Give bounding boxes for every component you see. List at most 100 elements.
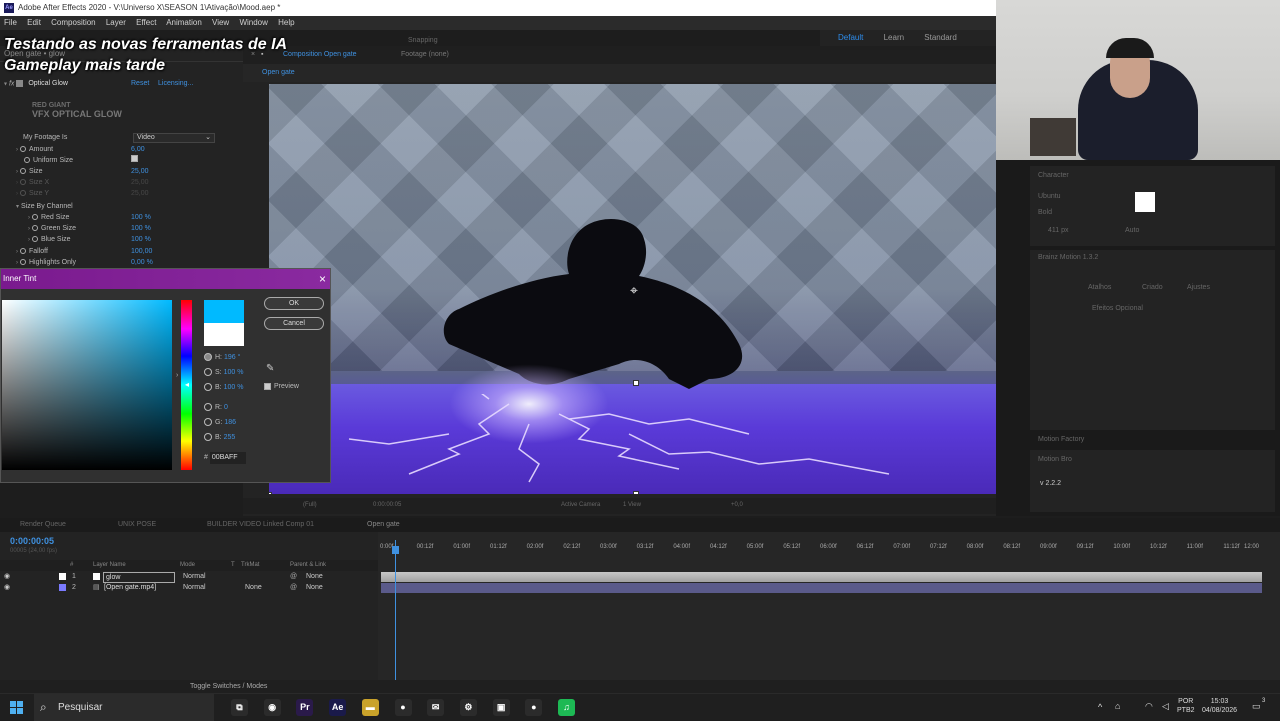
stopwatch-icon[interactable] <box>24 157 30 164</box>
transform-handle[interactable] <box>633 491 639 494</box>
hue-slider-pointer-icon[interactable]: › <box>176 372 178 379</box>
param-value[interactable]: 6,00 <box>131 144 145 155</box>
param-green-size[interactable]: › Green Size 100 % <box>0 223 243 234</box>
header-layer-name[interactable]: Layer Name <box>93 560 126 571</box>
hex-input[interactable]: 00BAFF <box>209 452 246 464</box>
effect-reset-link[interactable]: Reset <box>131 80 149 87</box>
font-size-field[interactable]: 411 px <box>1048 227 1069 234</box>
explorer-icon[interactable]: ▬ <box>361 699 379 716</box>
menu-edit[interactable]: Edit <box>27 18 41 27</box>
blue-radio[interactable] <box>204 433 212 442</box>
green-field[interactable]: G: 186 <box>204 417 236 429</box>
layer-parent-select[interactable]: None <box>306 582 323 593</box>
eyedropper-icon[interactable]: ✎ <box>266 363 274 374</box>
after-effects-icon[interactable]: Ae <box>329 699 347 716</box>
mail-icon[interactable]: ✉ <box>427 699 445 716</box>
tab-render-queue[interactable]: Render Queue <box>20 518 66 532</box>
viewer-timecode[interactable]: 0:00:00:05 <box>373 502 401 508</box>
menu-file[interactable]: File <box>4 18 17 27</box>
obs-icon[interactable]: ◉ <box>263 699 281 716</box>
network-icon[interactable]: ⌂ <box>1115 701 1120 711</box>
preview-toggle[interactable]: Preview <box>264 381 301 393</box>
layer-color-label[interactable] <box>59 584 66 591</box>
menu-layer[interactable]: Layer <box>106 18 126 27</box>
blue-field[interactable]: B: 255 <box>204 432 235 444</box>
current-time-indicator-head[interactable] <box>392 546 399 554</box>
param-value[interactable]: 25,00 <box>131 166 149 177</box>
ok-button[interactable]: OK <box>264 297 324 310</box>
hue-slider-handle-icon[interactable]: ◂ <box>185 380 189 389</box>
green-radio[interactable] <box>204 418 212 427</box>
hue-radio[interactable] <box>204 353 212 362</box>
layer-color-label[interactable] <box>59 573 66 580</box>
uniform-size-checkbox[interactable] <box>131 155 138 166</box>
green-value[interactable]: 186 <box>224 419 236 426</box>
volume-icon[interactable]: ◁ <box>1162 701 1169 712</box>
windows-start-icon[interactable] <box>10 701 23 714</box>
close-icon[interactable]: × <box>319 271 326 287</box>
param-amount[interactable]: › Amount 6,00 <box>0 144 243 155</box>
transform-handle[interactable] <box>269 492 272 494</box>
tab-composition[interactable]: Composition Open gate <box>283 46 357 64</box>
tab-criado[interactable]: Criado <box>1142 284 1163 291</box>
effect-licensing-link[interactable]: Licensing... <box>158 80 193 87</box>
param-highlights-only[interactable]: › Highlights Only 0,00 % <box>0 257 243 268</box>
font-style-select[interactable]: Bold <box>1038 209 1052 216</box>
tab-unix-pose[interactable]: UNIX POSE <box>118 518 156 532</box>
cancel-button[interactable]: Cancel <box>264 317 324 330</box>
hue-value[interactable]: 196 ° <box>224 354 240 361</box>
stopwatch-icon[interactable] <box>19 248 26 255</box>
snapping-toggle[interactable]: Snapping <box>408 32 438 50</box>
pick-whip-icon[interactable]: @ <box>290 582 297 593</box>
menu-composition[interactable]: Composition <box>51 18 95 27</box>
davinci-icon[interactable]: ▣ <box>492 699 510 716</box>
taskbar-search[interactable]: ⌕ Pesquisar <box>34 694 214 721</box>
red-radio[interactable] <box>204 403 212 412</box>
saturation-radio[interactable] <box>204 368 212 377</box>
workspace-learn[interactable]: Learn <box>884 33 904 42</box>
exposure-value[interactable]: +0,0 <box>731 502 743 508</box>
chrome2-icon[interactable]: ● <box>525 699 543 716</box>
chevron-down-icon[interactable]: ▾ <box>4 81 7 87</box>
eye-icon[interactable]: ◉ <box>4 582 10 593</box>
menu-help[interactable]: Help <box>278 18 294 27</box>
layer-bar-glow[interactable] <box>381 572 1262 582</box>
footage-select[interactable]: Video ⌄ <box>133 133 215 143</box>
layer-name[interactable]: [Open gate.mp4] <box>104 582 156 593</box>
spotify-icon[interactable]: ♫ <box>558 699 575 716</box>
tab-open-gate-timeline[interactable]: Open gate <box>367 518 400 532</box>
param-size-by-channel[interactable]: ▾ Size By Channel <box>0 201 243 212</box>
font-family-select[interactable]: Ubuntu <box>1038 193 1061 200</box>
layer-mode-select[interactable]: Normal <box>183 571 206 582</box>
camera-select[interactable]: Active Camera <box>561 502 600 508</box>
stopwatch-icon[interactable] <box>19 259 26 266</box>
settings-icon[interactable]: ⚙ <box>459 699 477 716</box>
layer-parent-select[interactable]: None <box>306 571 323 582</box>
fx-icon[interactable]: fx <box>9 80 16 87</box>
param-size[interactable]: › Size 25,00 <box>0 166 243 177</box>
stopwatch-icon[interactable] <box>31 236 38 243</box>
param-value[interactable]: 100 % <box>131 223 151 234</box>
view-layout-select[interactable]: 1 View <box>623 502 641 508</box>
language-indicator[interactable]: POR PTB2 <box>1177 697 1195 715</box>
notifications-icon[interactable]: ▭ <box>1252 701 1261 712</box>
layer-trkmat-select[interactable]: None <box>245 582 262 593</box>
menu-animation[interactable]: Animation <box>166 18 202 27</box>
hue-field[interactable]: H: 196 ° <box>204 352 240 364</box>
saturation-brightness-field[interactable] <box>2 300 172 470</box>
pick-whip-icon[interactable]: @ <box>290 571 297 582</box>
taskbar-clock[interactable]: 15:03 04/08/2026 <box>1202 697 1237 715</box>
menu-view[interactable]: View <box>212 18 229 27</box>
red-field[interactable]: R: 0 <box>204 402 228 414</box>
current-time-indicator[interactable] <box>395 540 396 680</box>
fill-color-swatch[interactable] <box>1135 192 1155 212</box>
param-uniform-size[interactable]: Uniform Size <box>0 155 243 166</box>
stopwatch-icon[interactable] <box>19 146 26 153</box>
stopwatch-icon[interactable] <box>31 214 38 221</box>
menu-window[interactable]: Window <box>239 18 267 27</box>
composition-viewer[interactable]: ⌖ <box>269 84 1002 494</box>
stopwatch-icon[interactable] <box>19 168 26 175</box>
preview-checkbox[interactable] <box>264 382 271 390</box>
wifi-icon[interactable]: ◠ <box>1145 701 1153 712</box>
red-value[interactable]: 0 <box>224 404 228 411</box>
